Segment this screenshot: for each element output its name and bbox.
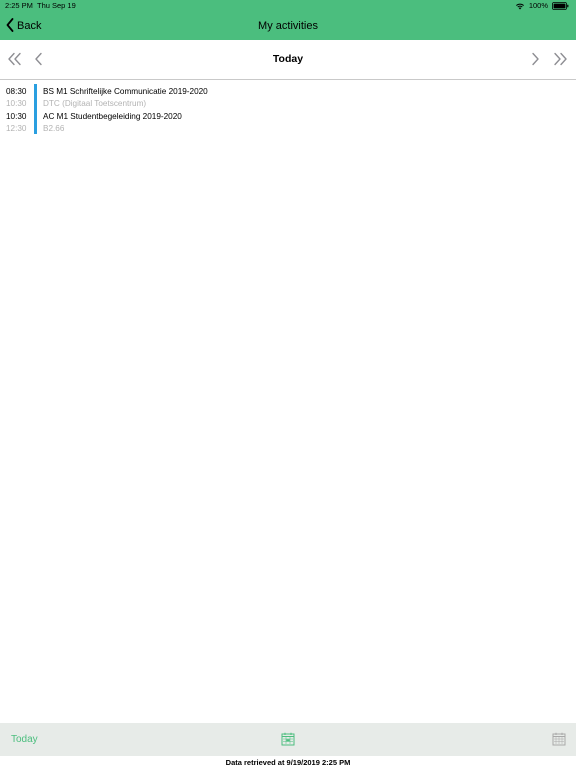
- activity-time: 10:30 12:30: [6, 111, 32, 134]
- activity-item[interactable]: 08:30 10:30 BS M1 Schriftelijke Communic…: [0, 84, 576, 109]
- activity-location: DTC (Digitaal Toetscentrum): [43, 99, 147, 108]
- status-right: 100%: [515, 0, 569, 12]
- activity-info: AC M1 Studentbegeleiding 2019-2020 B2.66: [43, 111, 182, 134]
- activity-info: BS M1 Schriftelijke Communicatie 2019-20…: [43, 86, 208, 109]
- calendar-day-icon[interactable]: [281, 732, 295, 746]
- activity-start-time: 10:30: [6, 112, 27, 121]
- activity-start-time: 08:30: [6, 87, 27, 96]
- activity-time: 08:30 10:30: [6, 86, 32, 109]
- status-time: 2:25 PM: [5, 1, 33, 10]
- double-chevron-right-icon[interactable]: [553, 52, 569, 66]
- data-retrieved-footer: Data retrieved at 9/19/2019 2:25 PM: [225, 758, 351, 767]
- date-title: Today: [272, 53, 304, 65]
- battery-icon: [552, 2, 569, 10]
- bottom-toolbar: Today: [0, 723, 576, 756]
- page-title: My activities: [258, 20, 318, 32]
- activity-end-time: 12:30: [6, 124, 27, 133]
- calendar-grid-icon[interactable]: [552, 732, 566, 746]
- activity-item[interactable]: 10:30 12:30 AC M1 Studentbegeleiding 201…: [0, 109, 576, 134]
- wifi-icon: [515, 2, 525, 10]
- activity-color-bar: [34, 109, 37, 134]
- activity-title: BS M1 Schriftelijke Communicatie 2019-20…: [43, 87, 208, 96]
- chevron-right-icon[interactable]: [529, 52, 545, 66]
- status-bar: 2:25 PM Thu Sep 19 100%: [0, 0, 576, 12]
- nav-bar: Back My activities: [0, 12, 576, 40]
- date-navigator: Today: [0, 40, 576, 80]
- header: 2:25 PM Thu Sep 19 100% Back My activiti…: [0, 0, 576, 40]
- activity-location: B2.66: [43, 124, 65, 133]
- activity-list: 08:30 10:30 BS M1 Schriftelijke Communic…: [0, 84, 576, 134]
- battery-percent: 100%: [528, 1, 548, 10]
- activity-color-bar: [34, 84, 37, 109]
- activity-end-time: 10:30: [6, 99, 27, 108]
- activity-title: AC M1 Studentbegeleiding 2019-2020: [43, 112, 182, 121]
- today-button[interactable]: Today: [11, 723, 38, 756]
- status-date: Thu Sep 19: [37, 1, 76, 10]
